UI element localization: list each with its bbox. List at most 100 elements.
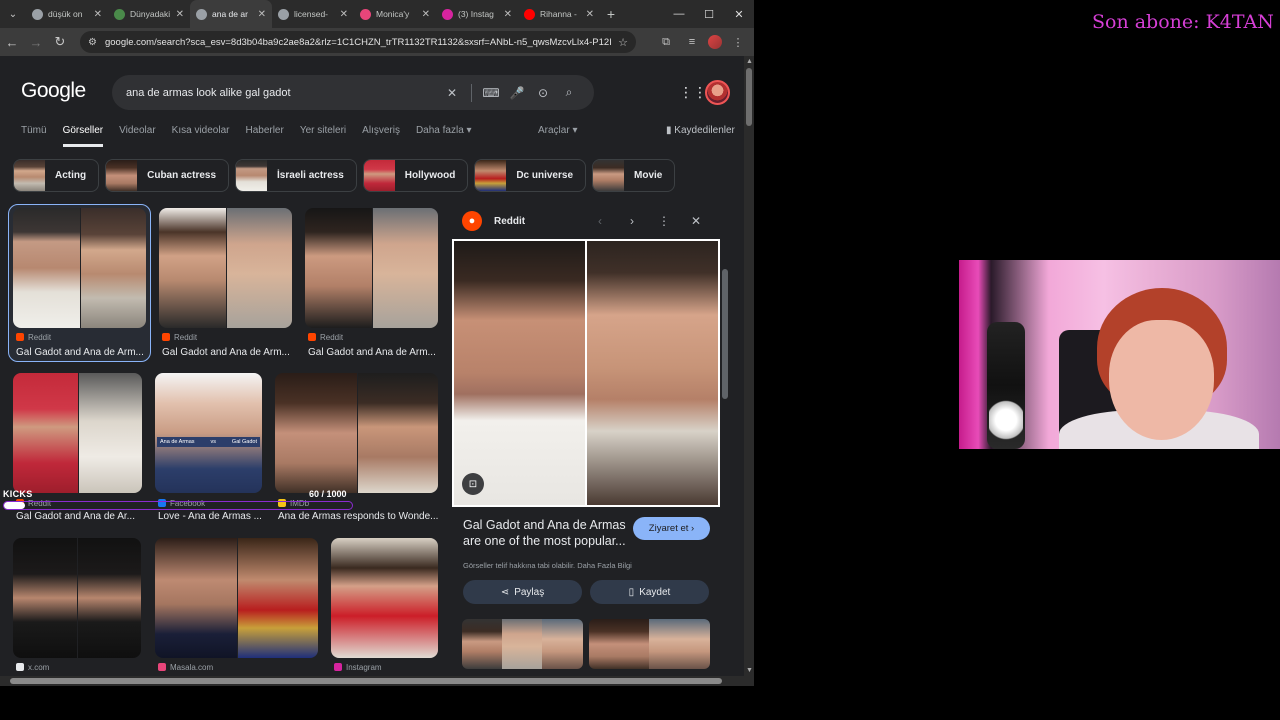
- extensions-icon[interactable]: ⧉: [656, 36, 676, 49]
- browser-tab[interactable]: ana de ar ✕: [190, 0, 272, 28]
- save-button[interactable]: ▯ Kaydet: [590, 580, 709, 604]
- result-thumbnail[interactable]: [331, 538, 438, 658]
- google-logo[interactable]: Google: [21, 79, 86, 103]
- nav-tab[interactable]: Görseller: [62, 125, 104, 147]
- next-icon[interactable]: ›: [622, 210, 642, 232]
- nav-tab[interactable]: Tümü: [21, 125, 47, 147]
- close-tab-icon[interactable]: ✕: [504, 9, 512, 20]
- result-caption[interactable]: Gal Gadot and Ana de Ar...: [16, 511, 135, 522]
- visit-button[interactable]: Ziyaret et ›: [633, 517, 710, 540]
- related-chip[interactable]: Acting: [13, 159, 100, 192]
- result-caption[interactable]: Gal Gadot and Ana de Arm...: [16, 347, 144, 358]
- browser-tab[interactable]: Rihanna - ✕: [518, 0, 600, 28]
- result-source[interactable]: x.com: [16, 663, 49, 672]
- tools-menu[interactable]: Araçlar ▾: [538, 125, 577, 136]
- related-chip[interactable]: Hollywood: [362, 159, 469, 192]
- related-chip[interactable]: İsraeli actress: [235, 159, 357, 192]
- result-thumbnail[interactable]: [159, 208, 292, 328]
- forward-button[interactable]: →: [24, 28, 48, 56]
- nav-tab[interactable]: Videolar: [119, 125, 156, 147]
- bookmark-star-icon[interactable]: ☆: [618, 36, 628, 49]
- lens-icon[interactable]: ⊙: [530, 86, 556, 100]
- copyright-notice: Görseller telif hakkına tabi olabilir. D…: [463, 561, 632, 570]
- nav-tab[interactable]: Haberler: [245, 125, 283, 147]
- result-thumbnail[interactable]: [305, 208, 438, 328]
- site-info-icon[interactable]: ⚙: [88, 37, 97, 48]
- keyboard-icon[interactable]: ⌨: [478, 86, 504, 100]
- voice-search-icon[interactable]: 🎤: [504, 86, 530, 100]
- result-thumbnail[interactable]: [155, 373, 262, 493]
- nav-tab[interactable]: Alışveriş: [362, 125, 400, 147]
- google-icon: [196, 8, 207, 20]
- chip-label: Cuban actress: [147, 170, 217, 181]
- result-thumbnail[interactable]: [13, 208, 146, 328]
- apps-grid-icon[interactable]: ⋮⋮⋮: [679, 84, 721, 102]
- account-avatar[interactable]: [705, 80, 730, 105]
- related-image[interactable]: [462, 619, 583, 669]
- reading-list-icon[interactable]: ≡: [682, 36, 702, 48]
- tab-search-button[interactable]: ⌄: [0, 0, 26, 28]
- browser-tab[interactable]: Dünyadaki ✕: [108, 0, 190, 28]
- related-chip[interactable]: Dc universe: [474, 159, 587, 192]
- close-tab-icon[interactable]: ✕: [422, 9, 430, 20]
- nav-tab[interactable]: Daha fazla ▾: [416, 125, 472, 147]
- prev-icon[interactable]: ‹: [590, 210, 610, 232]
- close-tab-icon[interactable]: ✕: [340, 9, 348, 20]
- source-name: Reddit: [320, 333, 344, 342]
- result-source[interactable]: Instagram: [334, 663, 382, 672]
- profile-avatar[interactable]: [708, 35, 722, 49]
- address-bar[interactable]: ⚙ google.com/search?sca_esv=8d3b04ba9c2a…: [80, 31, 636, 53]
- saved-link[interactable]: ▮ Kaydedilenler: [666, 125, 735, 136]
- browser-tab[interactable]: düşük on ✕: [26, 0, 108, 28]
- nav-tab[interactable]: Yer siteleri: [300, 125, 346, 147]
- result-caption[interactable]: Love - Ana de Armas ...: [158, 511, 262, 522]
- result-source[interactable]: Reddit: [16, 333, 51, 342]
- result-source[interactable]: Reddit: [162, 333, 197, 342]
- related-image[interactable]: [589, 619, 710, 669]
- result-caption[interactable]: Ana de Armas responds to Wonde...: [278, 511, 438, 522]
- lens-search-icon[interactable]: ⊡: [462, 473, 484, 495]
- browser-tab[interactable]: licensed- ✕: [272, 0, 354, 28]
- close-tab-icon[interactable]: ✕: [176, 9, 184, 20]
- panel-title[interactable]: Gal Gadot and Ana de Armas are one of th…: [463, 517, 633, 549]
- clear-icon[interactable]: ✕: [439, 86, 465, 100]
- globe-icon: [278, 8, 289, 20]
- new-tab-button[interactable]: +: [600, 6, 622, 22]
- horizontal-scrollbar[interactable]: [0, 676, 754, 686]
- browser-tab[interactable]: (3) Instag ✕: [436, 0, 518, 28]
- result-source[interactable]: Masala.com: [158, 663, 213, 672]
- tab-strip: ⌄ düşük on ✕ Dünyadaki ✕ ana de ar ✕ licensed-…: [0, 0, 754, 28]
- reload-button[interactable]: ↻: [48, 28, 72, 56]
- result-thumbnail[interactable]: [275, 373, 438, 493]
- page-scrollbar[interactable]: ▲ ▼: [744, 56, 754, 676]
- nav-tab[interactable]: Kısa videolar: [172, 125, 230, 147]
- browser-tab[interactable]: Monica'y ✕: [354, 0, 436, 28]
- close-tab-icon[interactable]: ✕: [94, 9, 102, 20]
- source-favicon-icon: [308, 333, 316, 341]
- maximize-icon[interactable]: ☐: [694, 0, 724, 28]
- close-window-icon[interactable]: ✕: [724, 0, 754, 28]
- share-button[interactable]: ⋖ Paylaş: [463, 580, 582, 604]
- result-source[interactable]: Reddit: [308, 333, 343, 342]
- preview-image[interactable]: [452, 239, 720, 507]
- chip-thumbnail: [593, 160, 625, 191]
- close-tab-icon[interactable]: ✕: [258, 9, 266, 20]
- search-icon[interactable]: ⌕: [556, 85, 582, 100]
- result-caption[interactable]: Gal Gadot and Ana de Arm...: [162, 347, 290, 358]
- result-thumbnail[interactable]: [13, 373, 142, 493]
- related-chip[interactable]: Movie: [592, 159, 676, 192]
- close-tab-icon[interactable]: ✕: [586, 9, 594, 20]
- related-chip[interactable]: Cuban actress: [105, 159, 230, 192]
- result-caption[interactable]: Gal Gadot and Ana de Arm...: [308, 347, 436, 358]
- search-input[interactable]: ana de armas look alike gal gadot: [126, 87, 439, 99]
- result-thumbnail[interactable]: [155, 538, 318, 658]
- panel-scrollbar[interactable]: [721, 263, 729, 676]
- more-options-icon[interactable]: ⋮: [654, 210, 674, 232]
- minimize-icon[interactable]: —: [664, 0, 694, 28]
- menu-icon[interactable]: ⋮: [728, 36, 748, 49]
- search-box[interactable]: ana de armas look alike gal gadot ✕ ⌨ 🎤 …: [112, 75, 594, 110]
- back-button[interactable]: ←: [0, 28, 24, 56]
- result-thumbnail[interactable]: [13, 538, 141, 658]
- panel-header[interactable]: ● Reddit: [462, 210, 525, 232]
- close-panel-icon[interactable]: ✕: [686, 210, 706, 232]
